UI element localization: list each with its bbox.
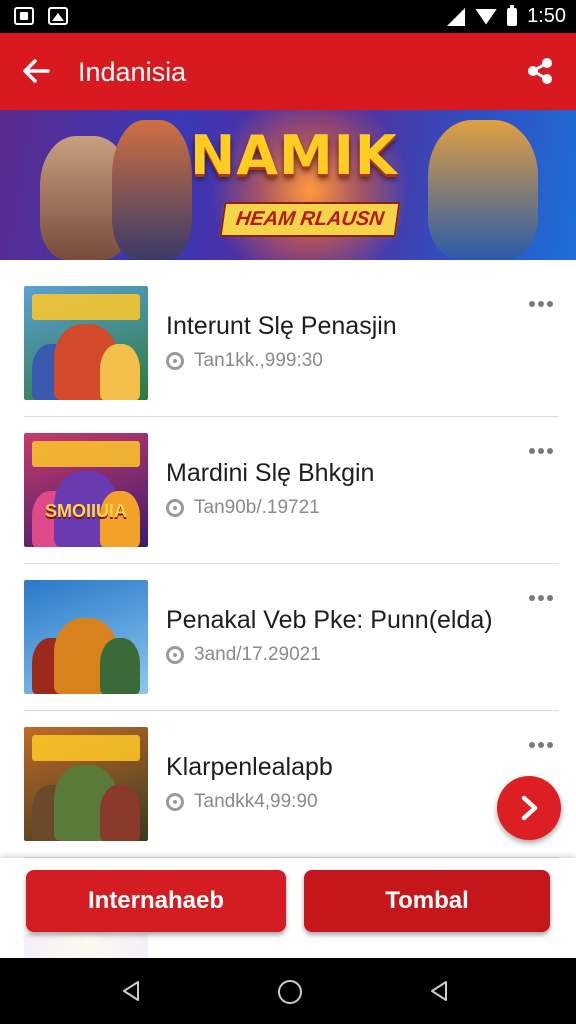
item-title: Mardini Slę Bhkgin [166,459,375,487]
item-meta: Tan1kk.,999:30 [166,350,323,372]
item-thumbnail [24,727,148,841]
banner-title: NAMIK [190,124,398,187]
banner-hero-left-2 [112,120,192,260]
item-meta-text: Tan90b/.19721 [194,497,320,518]
clock-icon [166,793,184,811]
clock-icon [166,646,184,664]
more-options-icon[interactable] [529,294,559,307]
status-bar: 1:50 [0,0,576,33]
item-meta: 3and/17.29021 [166,644,321,666]
signal-icon [447,7,466,26]
nav-home-icon[interactable] [278,980,302,1004]
thumbnail-label: SMOIIUIA [44,501,127,521]
bottom-action-bar: Internahaeb Tombal [0,858,576,958]
promo-banner[interactable]: NAMIK HEAM RLAUSN [0,110,576,260]
nav-back-icon[interactable] [120,980,142,1002]
banner-hero-right [428,120,538,260]
item-title: Penakal Veb Pke: Punn(elda) [166,606,493,634]
clock-icon [166,499,184,517]
list-item[interactable]: SMOIIUIA Mardini Slę Bhkgin Tan90b/.1972… [24,417,559,564]
item-meta: Tan90b/.19721 [166,497,320,519]
item-thumbnail [24,580,148,694]
item-meta-text: Tandkk4,99:90 [194,791,318,812]
back-arrow-icon[interactable] [18,53,54,89]
more-options-icon[interactable] [529,441,559,454]
page-title: Indanisia [78,57,187,87]
list-item[interactable]: Interunt Slę Penasjin Tan1kk.,999:30 [24,270,559,417]
banner-subtitle: HEAM RLAUSN [219,202,401,237]
item-title: Klarpenlealapb [166,753,333,781]
battery-icon [507,4,518,26]
item-meta: Tandkk4,99:90 [166,791,318,813]
list-item[interactable]: Penakal Veb Pke: Punn(elda) 3and/17.2902… [24,564,559,711]
item-thumbnail: SMOIIUIA [24,433,148,547]
more-options-icon[interactable] [529,588,559,601]
image-notification-icon [48,7,68,25]
nav-recent-icon[interactable] [428,980,450,1002]
game-list: Interunt Slę Penasjin Tan1kk.,999:30 SMO… [0,270,576,858]
secondary-action-button[interactable]: Tombal [304,870,550,932]
notification-icon [14,7,34,25]
item-title: Interunt Slę Penasjin [166,312,397,340]
status-time: 1:50 [527,5,566,27]
app-bar: Indanisia [0,33,576,110]
list-item[interactable]: Klarpenlealapb Tandkk4,99:90 [24,711,559,858]
clock-icon [166,352,184,370]
chevron-right-icon [521,795,538,821]
next-fab-button[interactable] [497,776,561,840]
item-thumbnail [24,286,148,400]
system-nav-bar [0,958,576,1024]
primary-action-button[interactable]: Internahaeb [26,870,286,932]
wifi-icon [475,8,498,25]
item-meta-text: Tan1kk.,999:30 [194,350,323,371]
share-icon[interactable] [524,55,556,87]
more-options-icon[interactable] [529,735,559,748]
item-meta-text: 3and/17.29021 [194,644,321,665]
